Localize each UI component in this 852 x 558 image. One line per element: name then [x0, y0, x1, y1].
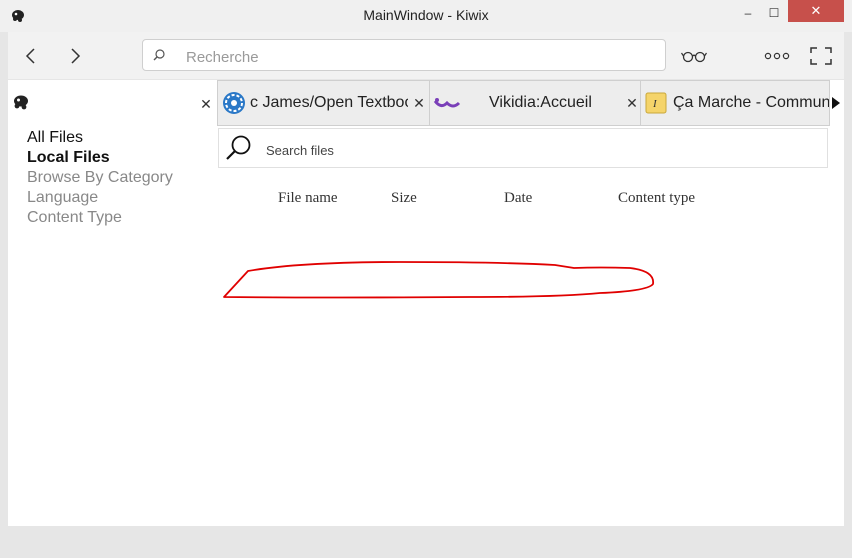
status-bar — [0, 526, 852, 558]
red-annotation-scribble — [223, 261, 654, 299]
